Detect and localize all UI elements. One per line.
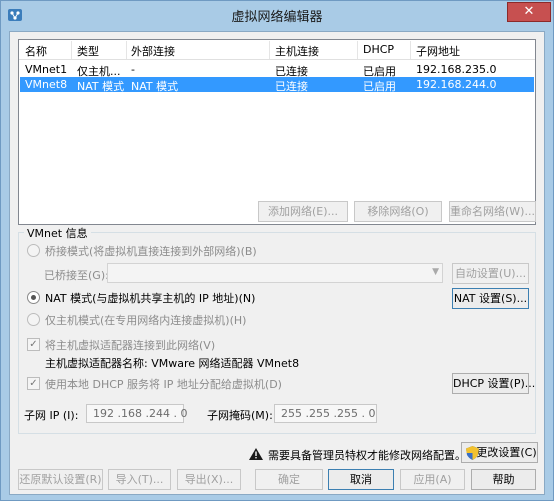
row-subnet: 192.168.235.0	[416, 63, 497, 76]
change-settings-button[interactable]: 更改设置(C)	[461, 442, 538, 463]
window-title: 虚拟网络编辑器	[231, 10, 323, 25]
change-settings-label: 更改设置(C)	[476, 446, 537, 459]
auto-settings-button[interactable]: 自动设置(U)...	[452, 263, 529, 284]
table-header: 名称 类型 外部连接 主机连接 DHCP 子网地址	[19, 40, 535, 60]
apply-button[interactable]: 应用(A)	[400, 469, 465, 490]
connect-adapter-label: 将主机虚拟适配器连接到此网络(V)	[45, 339, 216, 352]
column-header-name[interactable]: 名称	[25, 43, 47, 59]
dhcp-checkbox[interactable]: ✓	[27, 377, 40, 390]
export-button[interactable]: 导出(X)...	[177, 469, 241, 490]
adapter-name-text: 主机虚拟适配器名称: VMware 网络适配器 VMnet8	[45, 357, 300, 370]
ok-button[interactable]: 确定	[255, 469, 323, 490]
subnet-mask-label: 子网掩码(M):	[207, 409, 273, 422]
table-row-selected[interactable]: VMnet8 NAT 模式 NAT 模式 已连接 已启用 192.168.244…	[20, 77, 534, 93]
column-divider	[410, 41, 411, 59]
remove-network-button[interactable]: 移除网络(O)	[354, 201, 442, 222]
column-divider	[71, 41, 72, 59]
subnet-ip-label: 子网 IP (I):	[24, 409, 79, 422]
row-external: NAT 模式	[131, 80, 179, 93]
dhcp-label: 使用本地 DHCP 服务将 IP 地址分配给虚拟机(D)	[45, 378, 282, 391]
dialog-body: 名称 类型 外部连接 主机连接 DHCP 子网地址 VMnet1 仅主机... …	[9, 31, 545, 495]
subnet-ip-field[interactable]: 192 .168 .244 . 0	[86, 404, 187, 423]
warning-icon	[249, 448, 263, 460]
row-type: NAT 模式	[77, 80, 125, 93]
uac-shield-icon	[466, 446, 479, 460]
column-header-external[interactable]: 外部连接	[131, 43, 175, 59]
network-table[interactable]: 名称 类型 外部连接 主机连接 DHCP 子网地址 VMnet1 仅主机... …	[18, 39, 536, 225]
nat-label: NAT 模式(与虚拟机共享主机的 IP 地址)(N)	[45, 292, 256, 305]
bridged-label: 桥接模式(将虚拟机直接连接到外部网络)(B)	[45, 245, 257, 258]
bridged-radio[interactable]	[27, 244, 40, 257]
bridged-to-select[interactable]: ▼	[107, 263, 443, 283]
subnet-mask-field[interactable]: 255 .255 .255 . 0	[274, 404, 377, 423]
chevron-down-icon: ▼	[432, 267, 439, 277]
row-external: -	[131, 63, 135, 76]
column-divider	[126, 41, 127, 59]
vmnet-info-label: VMnet 信息	[24, 225, 91, 241]
row-name: VMnet8	[25, 78, 68, 91]
restore-defaults-button[interactable]: 还原默认设置(R)	[18, 469, 103, 490]
help-button[interactable]: 帮助	[471, 469, 536, 490]
hostonly-radio[interactable]	[27, 313, 40, 326]
column-header-type[interactable]: 类型	[77, 43, 99, 59]
hostonly-label: 仅主机模式(在专用网络内连接虚拟机)(H)	[45, 314, 247, 327]
add-network-button[interactable]: 添加网络(E)...	[258, 201, 348, 222]
column-header-subnet[interactable]: 子网地址	[416, 43, 460, 59]
radio-selected-dot	[31, 295, 36, 300]
row-dhcp: 已启用	[363, 80, 396, 93]
title-bar[interactable]: 虚拟网络编辑器 ✕	[1, 1, 553, 29]
dhcp-settings-button[interactable]: DHCP 设置(P)...	[452, 373, 535, 394]
connect-adapter-checkbox[interactable]: ✓	[27, 338, 40, 351]
import-button[interactable]: 导入(T)...	[108, 469, 171, 490]
column-divider	[357, 41, 358, 59]
nat-settings-button[interactable]: NAT 设置(S)...	[452, 288, 529, 309]
column-divider	[269, 41, 270, 59]
table-row[interactable]: VMnet1 仅主机... - 已连接 已启用 192.168.235.0	[20, 62, 534, 78]
column-header-dhcp[interactable]: DHCP	[363, 43, 394, 56]
row-host: 已连接	[275, 80, 308, 93]
rename-network-button[interactable]: 重命名网络(W)...	[449, 201, 536, 222]
column-header-host[interactable]: 主机连接	[275, 43, 319, 59]
row-name: VMnet1	[25, 63, 68, 76]
close-button[interactable]: ✕	[507, 2, 551, 22]
row-subnet: 192.168.244.0	[416, 78, 497, 91]
nat-radio[interactable]	[27, 291, 40, 304]
cancel-button[interactable]: 取消	[328, 469, 394, 490]
bridged-to-label: 已桥接至(G):	[44, 269, 109, 282]
virtual-network-editor-window: 虚拟网络编辑器 ✕ 名称 类型 外部连接 主机连接 DHCP 子网地址 VMne…	[0, 0, 554, 501]
admin-notice-text: 需要具备管理员特权才能修改网络配置。	[268, 449, 466, 462]
